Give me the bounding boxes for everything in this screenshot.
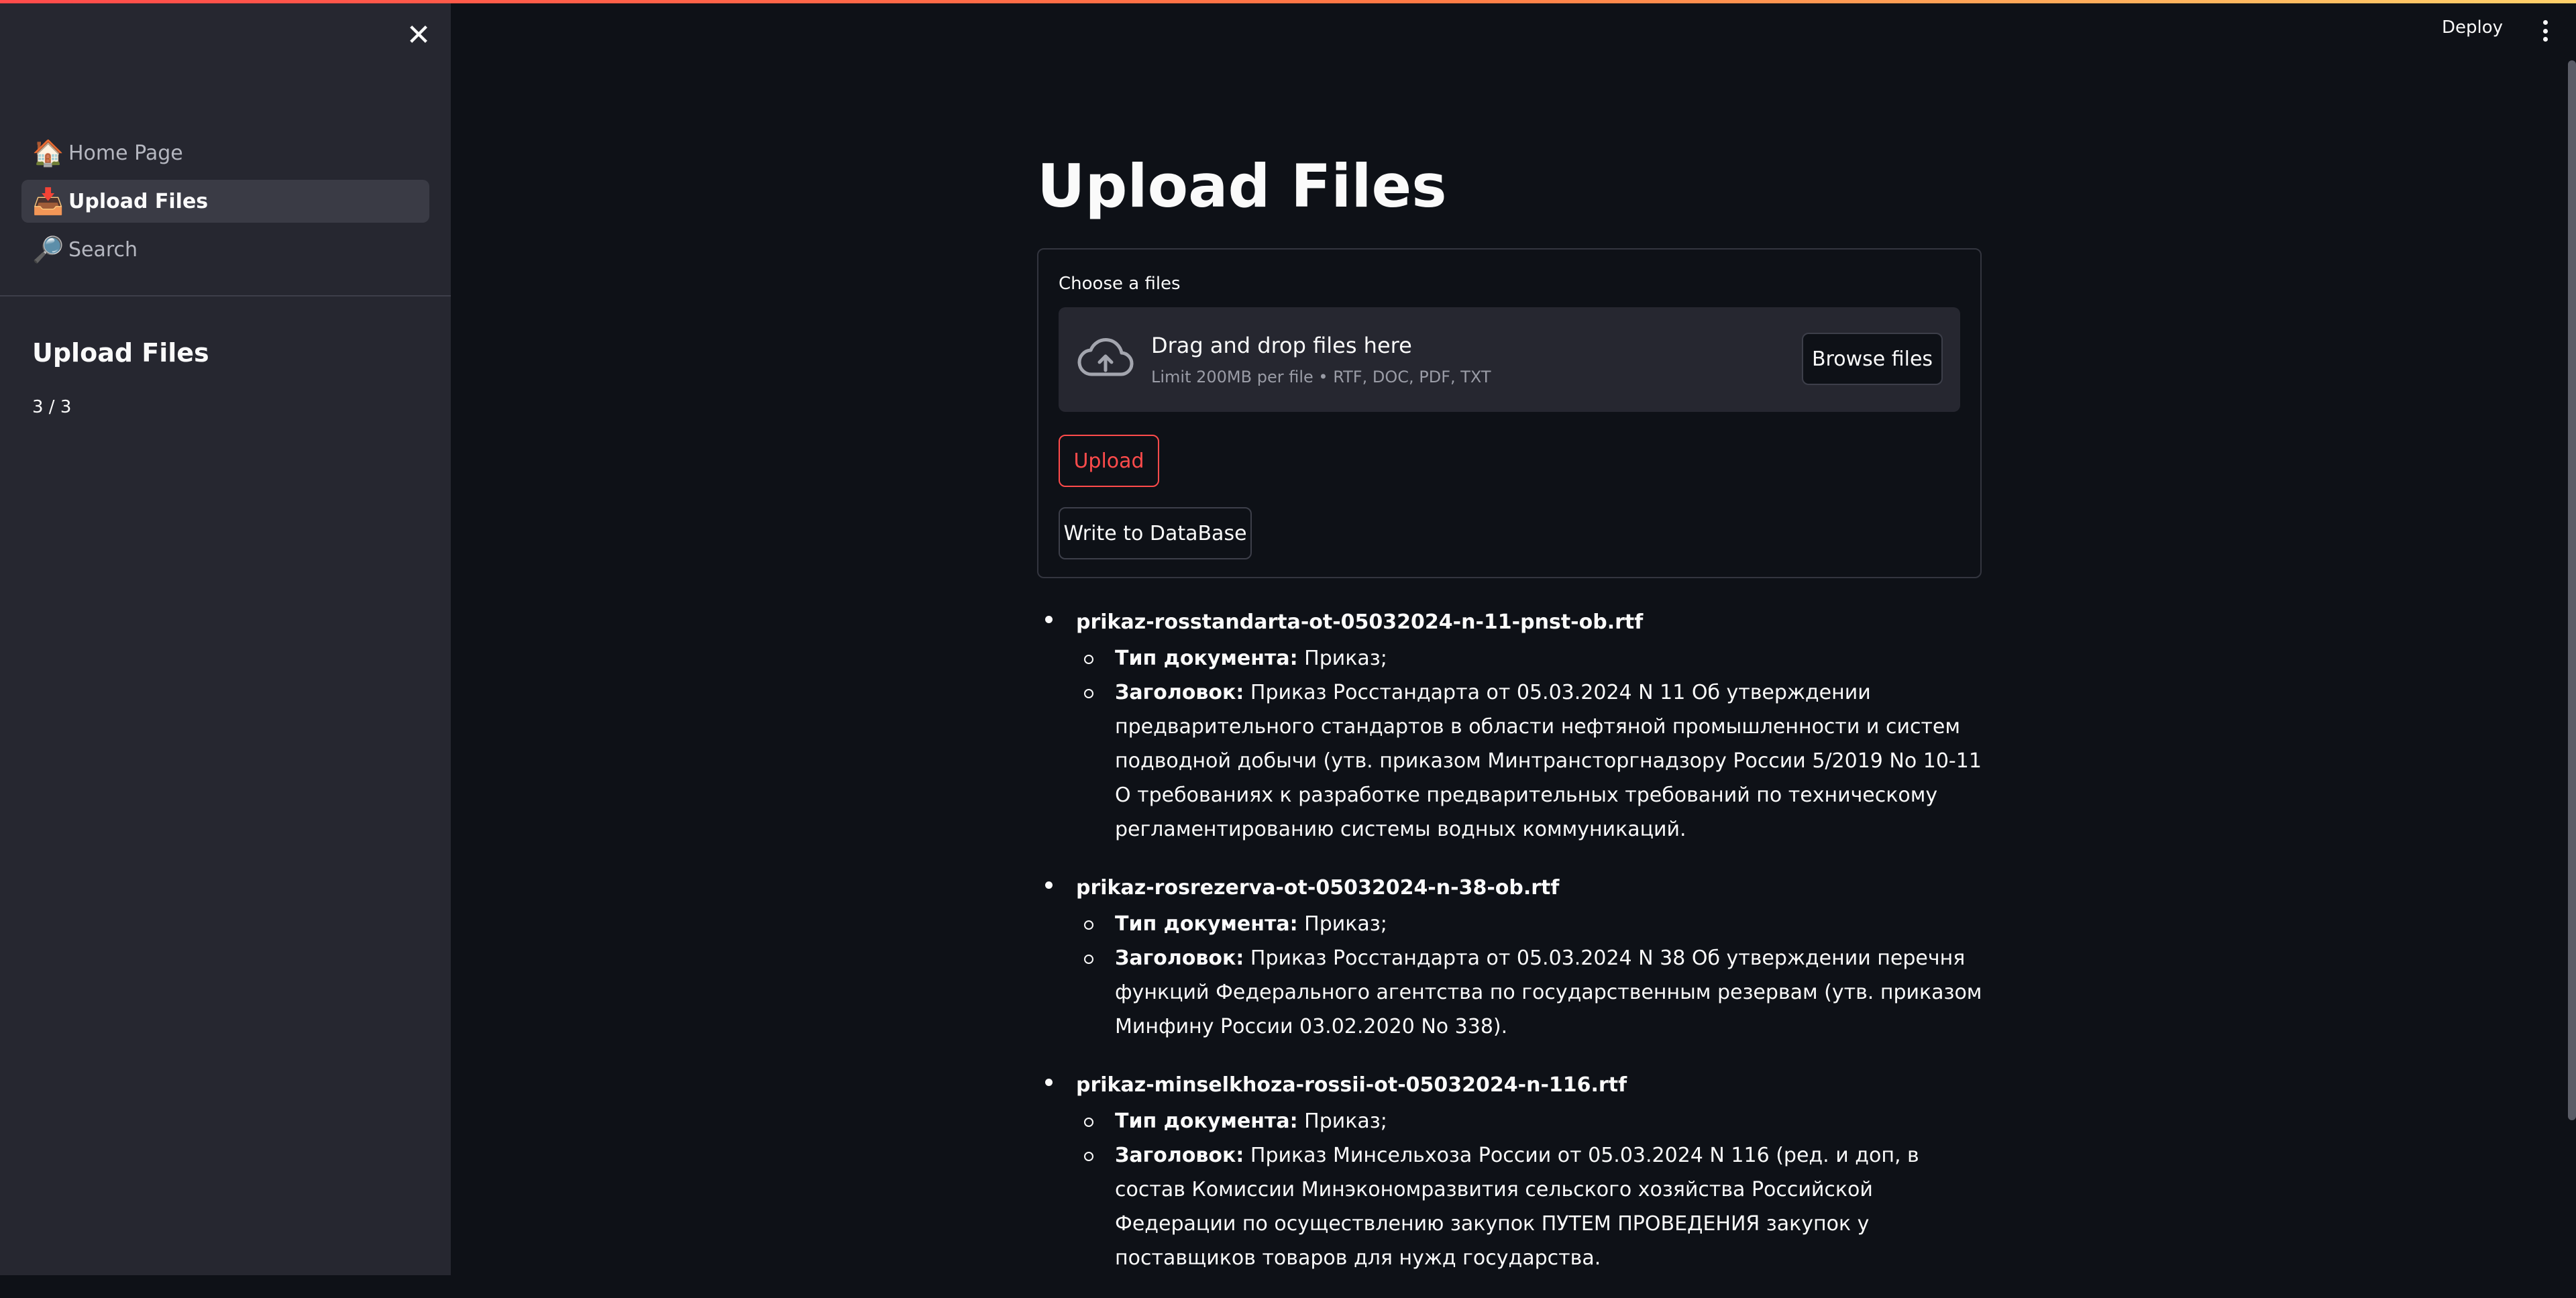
menu-dot [2542,28,2548,34]
sidebar-item-label: Home Page [68,141,183,165]
dropzone-title: Drag and drop files here [1151,333,1412,358]
cloud-upload-icon [1077,338,1134,376]
main-menu-icon[interactable] [2536,15,2555,47]
menu-dot [2542,37,2548,42]
doc-title-label: Заголовок: [1115,681,1244,704]
sidebar-section-title: Upload Files [32,338,209,368]
doc-title-row: Заголовок: Приказ Минсельхоза России от … [1076,1138,1990,1275]
doc-type-label: Тип документа: [1115,912,1298,936]
close-sidebar-icon[interactable]: ✕ [402,18,435,52]
menu-dot [2542,20,2548,25]
doc-type-label: Тип документа: [1115,647,1298,670]
magnifier-icon: 🔎 [32,234,64,264]
sidebar-item-search[interactable]: 🔎 Search [21,228,429,271]
doc-type-row: Тип документа: Приказ; [1076,1104,1990,1138]
write-to-database-button[interactable]: Write to DataBase [1059,507,1252,559]
browse-files-button[interactable]: Browse files [1802,333,1943,385]
file-name: prikaz-minselkhoza-rossii-ot-05032024-n-… [1076,1073,1627,1097]
doc-type-row: Тип документа: Приказ; [1076,641,1990,675]
file-details: Тип документа: Приказ; Заголовок: Приказ… [1076,641,1990,847]
doc-type-value: Приказ; [1297,912,1387,936]
file-details: Тип документа: Приказ; Заголовок: Приказ… [1076,1104,1990,1275]
scrollbar[interactable] [2568,60,2576,1120]
sidebar-item-label: Upload Files [68,189,209,213]
upload-button[interactable]: Upload [1059,435,1159,487]
house-icon: 🏠 [32,138,64,168]
list-item: prikaz-rosrezerva-ot-05032024-n-38-ob.rt… [1037,869,1990,1044]
dropzone-limit-text: Limit 200MB per file • RTF, DOC, PDF, TX… [1151,368,1491,386]
file-name: prikaz-rosrezerva-ot-05032024-n-38-ob.rt… [1076,876,1560,900]
doc-type-value: Приказ; [1297,647,1387,670]
file-name: prikaz-rosstandarta-ot-05032024-n-11-pns… [1076,610,1644,634]
sidebar-item-upload-files[interactable]: 📥 Upload Files [21,180,429,223]
list-item: prikaz-rosstandarta-ot-05032024-n-11-pns… [1037,604,1990,847]
header-accent-line [0,0,2576,3]
sidebar: ✕ 🏠 Home Page 📥 Upload Files 🔎 Search Up… [0,0,451,1275]
file-dropzone[interactable]: Drag and drop files here Limit 200MB per… [1059,307,1960,412]
deploy-button[interactable]: Deploy [2442,17,2503,38]
sidebar-nav: 🏠 Home Page 📥 Upload Files 🔎 Search [21,131,429,276]
doc-title-label: Заголовок: [1115,1144,1244,1167]
sidebar-divider [0,295,451,296]
doc-type-label: Тип документа: [1115,1110,1298,1133]
sidebar-item-home[interactable]: 🏠 Home Page [21,131,429,174]
doc-title-row: Заголовок: Приказ Росстандарта от 05.03.… [1076,941,1990,1044]
sidebar-progress-text: 3 / 3 [32,397,72,417]
doc-title-value: Приказ Росстандарта от 05.03.2024 N 11 О… [1115,681,1982,841]
doc-type-value: Приказ; [1297,1110,1387,1133]
uploader-label: Choose a files [1059,274,1181,294]
sidebar-item-label: Search [68,237,138,262]
file-details: Тип документа: Приказ; Заголовок: Приказ… [1076,907,1990,1044]
doc-title-value: Приказ Росстандарта от 05.03.2024 N 38 О… [1115,947,1982,1038]
inbox-tray-icon: 📥 [32,186,64,216]
upload-form: Choose a files Drag and drop files here … [1037,248,1982,578]
doc-title-label: Заголовок: [1115,947,1244,970]
uploaded-file-list: prikaz-rosstandarta-ot-05032024-n-11-pns… [1037,604,1990,1298]
list-item: prikaz-minselkhoza-rossii-ot-05032024-n-… [1037,1067,1990,1275]
page-title: Upload Files [1037,152,1447,221]
doc-type-row: Тип документа: Приказ; [1076,907,1990,941]
doc-title-row: Заголовок: Приказ Росстандарта от 05.03.… [1076,675,1990,847]
